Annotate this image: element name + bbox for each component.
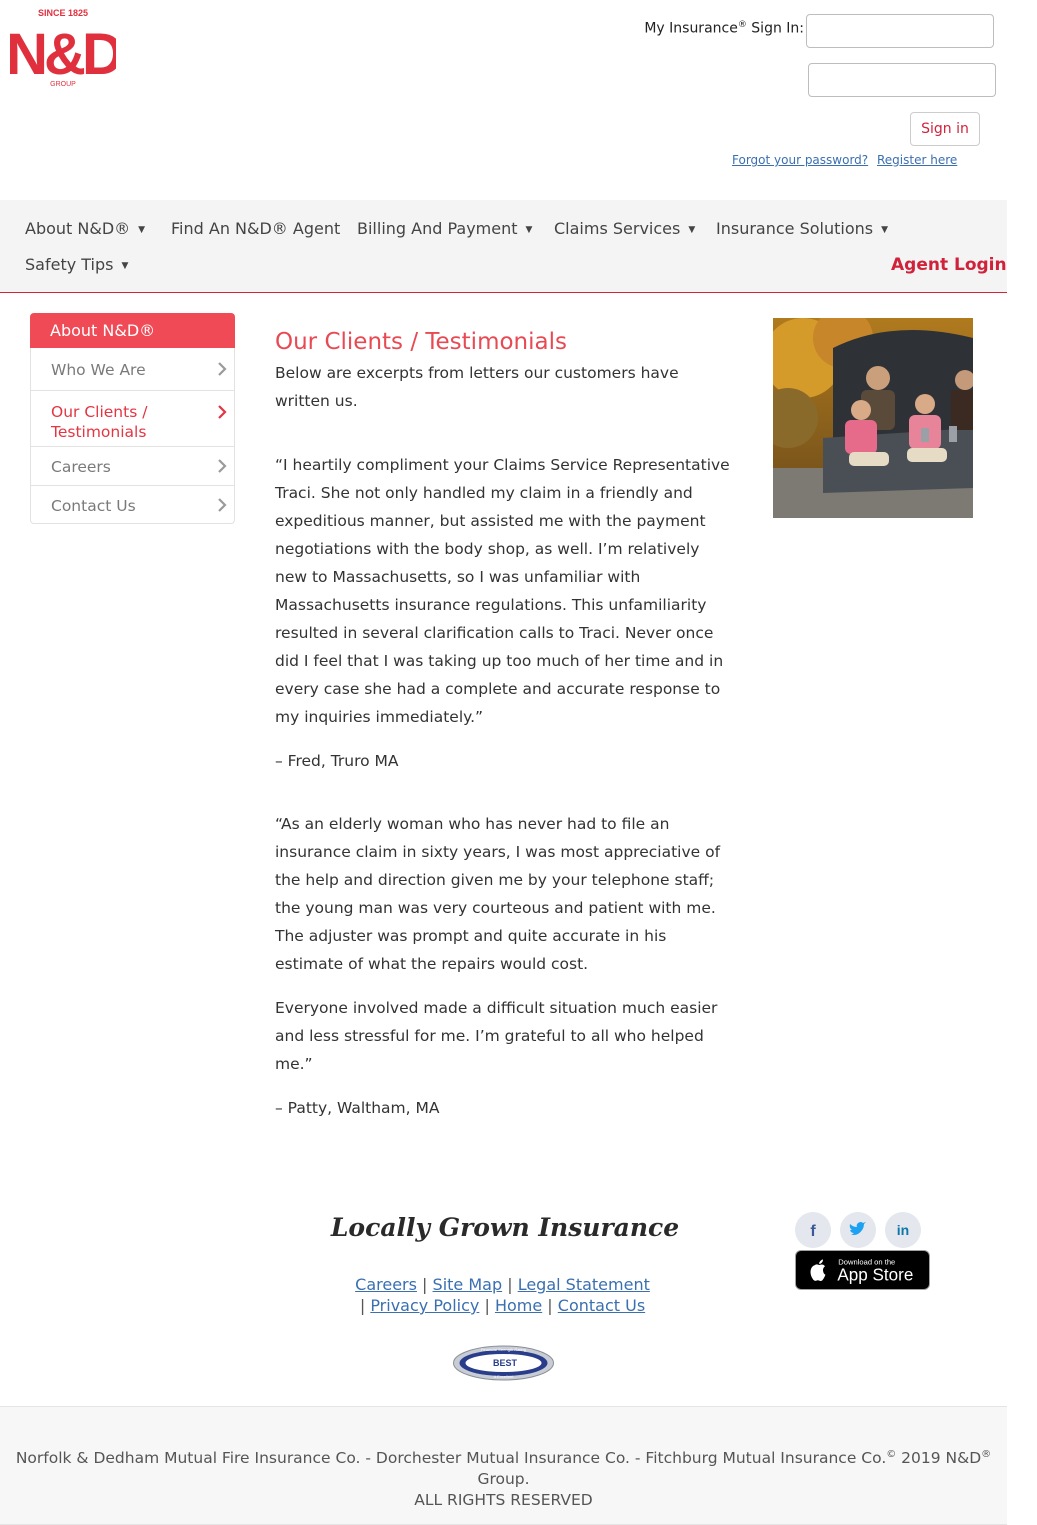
nav-item-safety-tips[interactable]: Safety Tips ▼ [25, 255, 128, 274]
dropdown-caret-icon: ▼ [138, 225, 146, 235]
footer-link-site-map[interactable]: Site Map [433, 1275, 503, 1294]
svg-text:BEST: BEST [493, 1358, 518, 1368]
sidebar-item-careers[interactable]: Careers [31, 446, 234, 485]
footer-links: Careers | Site Map | Legal Statement | P… [300, 1274, 705, 1316]
locally-grown-tagline: Locally Grown Insurance [330, 1213, 679, 1242]
logo-since-text: SINCE 1825 [38, 8, 88, 18]
sidebar-heading: About N&D® [30, 313, 235, 348]
sidebar-list: Who We Are Our Clients / Testimonials Ca… [30, 348, 235, 524]
sidebar-item-label: Who We Are [51, 361, 146, 379]
nav-item-about[interactable]: About N&D® ▼ [25, 219, 145, 238]
footer-link-contact[interactable]: Contact Us [558, 1296, 645, 1315]
sidebar: About N&D® Who We Are Our Clients / Test… [30, 313, 235, 524]
main-nav [0, 200, 1007, 293]
svg-text:Locally Grown Insurance: Locally Grown Insurance [330, 1213, 679, 1242]
testimonial-author: – Fred, Truro MA [275, 752, 399, 770]
nav-item-billing[interactable]: Billing And Payment ▼ [357, 219, 532, 238]
register-link[interactable]: Register here [877, 153, 957, 167]
nav-item-find-agent[interactable]: Find An N&D® Agent [171, 219, 340, 238]
agent-login-link[interactable]: Agent Login [891, 255, 1007, 275]
testimonial-text: Everyone involved made a difficult situa… [275, 999, 718, 1073]
nd-group-logo[interactable]: SINCE 1825 N&D GROUP [10, 8, 116, 90]
copyright-text: Norfolk & Dedham Mutual Fire Insurance C… [15, 1449, 992, 1510]
chevron-right-icon [218, 405, 227, 419]
link-separator: | [422, 1275, 428, 1294]
svg-text:in: in [897, 1222, 909, 1238]
footer-link-privacy[interactable]: Privacy Policy [370, 1296, 479, 1315]
testimonial-text: “As an elderly woman who has never had t… [275, 815, 721, 973]
main-content: Our Clients / Testimonials Below are exc… [275, 325, 735, 1122]
svg-text:A Excellent: A Excellent [494, 1374, 515, 1379]
sidebar-item-testimonials[interactable]: Our Clients / Testimonials [31, 390, 234, 446]
dropdown-caret-icon: ▼ [525, 225, 533, 235]
nav-item-claims[interactable]: Claims Services ▼ [554, 219, 695, 238]
dropdown-caret-icon: ▼ [688, 225, 696, 235]
facebook-icon[interactable]: f [795, 1212, 831, 1248]
svg-text:Financial Strength Rating: Financial Strength Rating [481, 1347, 526, 1352]
sidebar-item-who-we-are[interactable]: Who We Are [31, 348, 234, 390]
linkedin-icon[interactable]: in [885, 1212, 921, 1248]
twitter-icon[interactable] [840, 1212, 876, 1248]
sidebar-item-label: Contact Us [51, 497, 136, 515]
apple-icon [810, 1259, 826, 1281]
sign-in-button[interactable]: Sign in [910, 112, 980, 146]
link-separator: | [547, 1296, 553, 1315]
testimonial-author: – Patty, Waltham, MA [275, 1099, 440, 1117]
logo-mark-text: N&D [10, 22, 116, 87]
signin-label: My Insurance® Sign In: [644, 20, 804, 37]
chevron-right-icon [218, 497, 227, 512]
sidebar-item-label: Our Clients / Testimonials [51, 403, 148, 441]
password-input[interactable] [808, 63, 996, 97]
chevron-right-icon [218, 362, 227, 376]
page-title: Our Clients / Testimonials [275, 329, 567, 355]
svg-text:f: f [810, 1223, 816, 1240]
link-separator: | [484, 1296, 490, 1315]
footer-link-careers[interactable]: Careers [355, 1275, 417, 1294]
sidebar-item-contact-us[interactable]: Contact Us [31, 485, 234, 523]
svg-text:App Store: App Store [837, 1265, 913, 1284]
family-photo [773, 318, 973, 518]
testimonial-text: “I heartily compliment your Claims Servi… [275, 456, 730, 726]
link-separator: | [359, 1296, 366, 1315]
am-best-rating-badge[interactable]: Financial Strength Rating BEST A Excelle… [453, 1345, 554, 1381]
nav-item-insurance-solutions[interactable]: Insurance Solutions ▼ [716, 219, 888, 238]
chevron-right-icon [218, 459, 227, 473]
sidebar-item-label: Careers [51, 458, 111, 476]
username-input[interactable] [806, 14, 994, 48]
footer-link-home[interactable]: Home [495, 1296, 542, 1315]
intro-text: Below are excerpts from letters our cust… [275, 364, 679, 410]
link-separator: | [507, 1275, 513, 1294]
forgot-password-link[interactable]: Forgot your password? [732, 153, 868, 167]
footer-link-legal[interactable]: Legal Statement [518, 1275, 650, 1294]
app-store-badge[interactable]: Download on the App Store [795, 1250, 930, 1290]
dropdown-caret-icon: ▼ [881, 225, 889, 235]
logo-group-text: GROUP [50, 81, 76, 88]
dropdown-caret-icon: ▼ [121, 261, 129, 271]
